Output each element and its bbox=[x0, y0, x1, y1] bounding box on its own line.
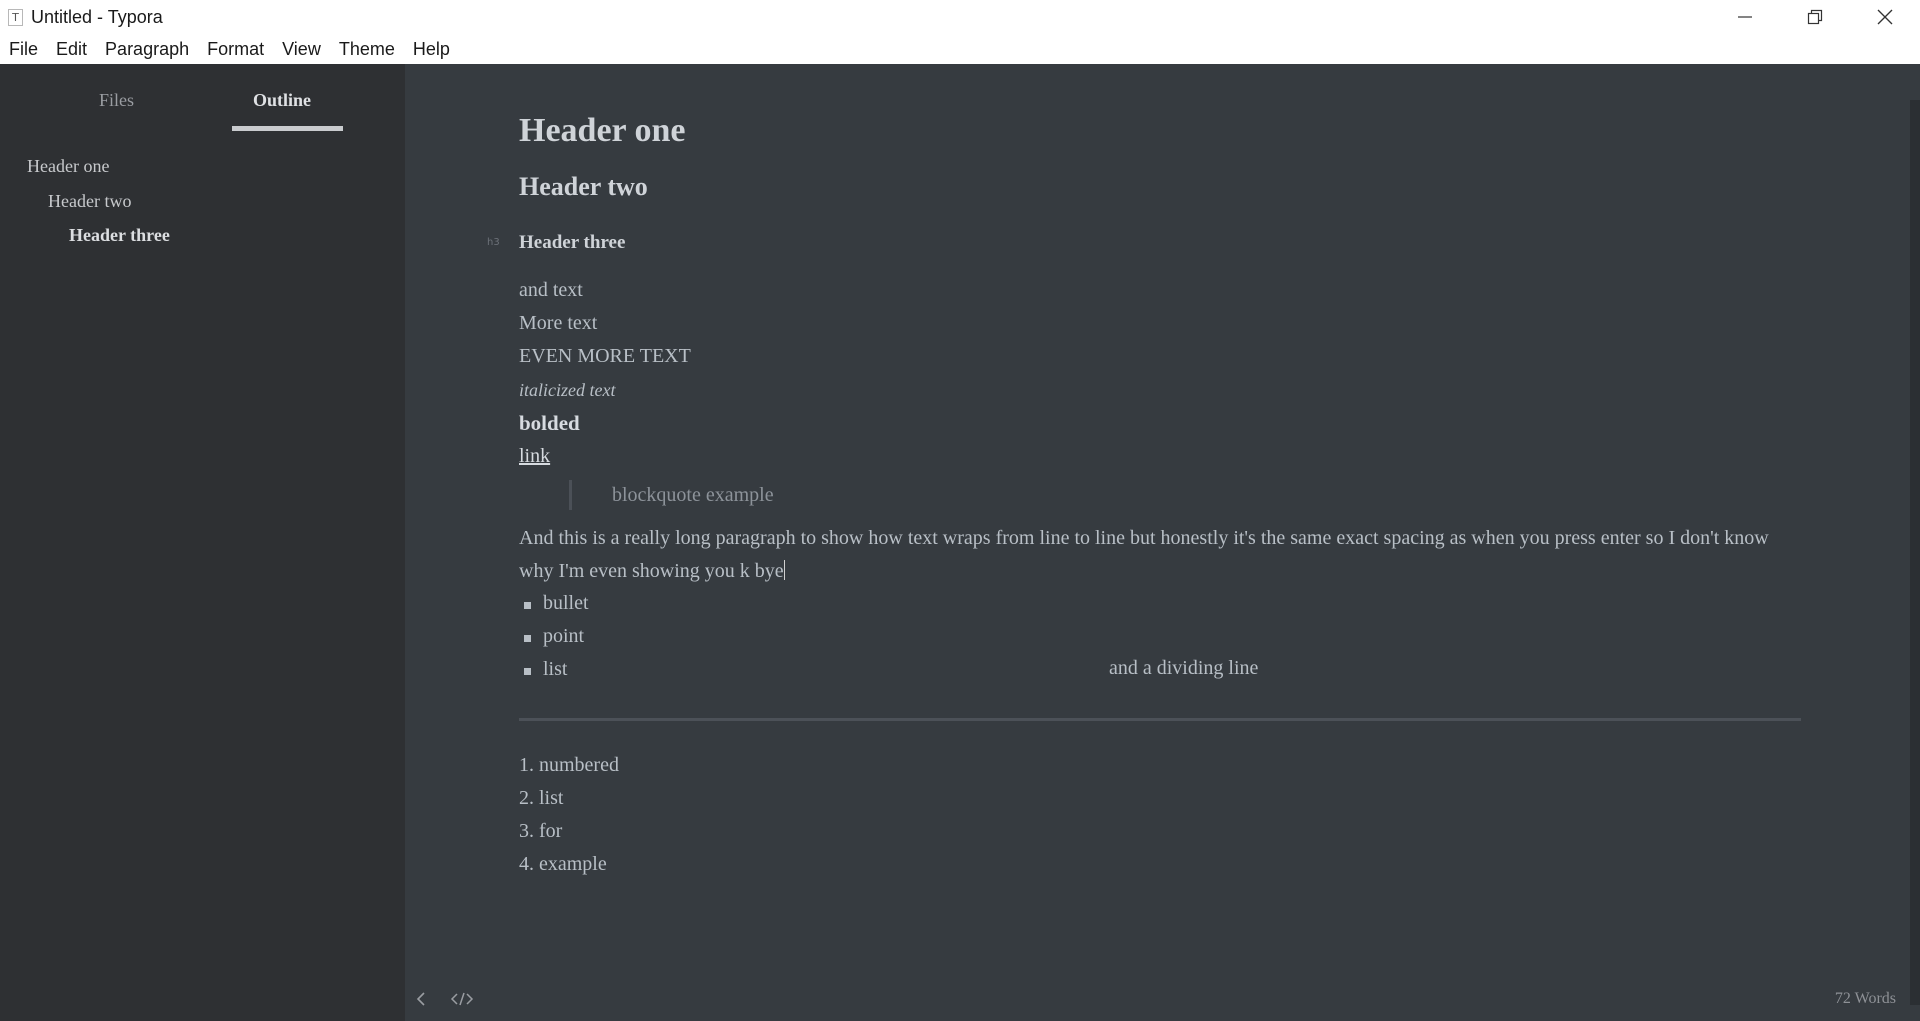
restore-button[interactable] bbox=[1780, 0, 1850, 34]
menu-edit[interactable]: Edit bbox=[47, 34, 96, 64]
list-number: 4. bbox=[519, 853, 534, 875]
link-text[interactable]: link bbox=[519, 445, 550, 468]
sidebar: Files Outline Header one Header two Head… bbox=[0, 64, 405, 1021]
editor-scrollbar[interactable] bbox=[1910, 100, 1920, 1005]
outline-item-header-one[interactable]: Header one bbox=[27, 156, 109, 177]
divider-note-text[interactable]: and a dividing line bbox=[1109, 657, 1258, 680]
list-text[interactable]: numbered bbox=[539, 754, 619, 776]
window-title: Untitled - Typora bbox=[31, 6, 163, 27]
menu-bar: File Edit Paragraph Format View Theme He… bbox=[0, 34, 1920, 64]
window-controls bbox=[1710, 0, 1920, 34]
code-icon bbox=[450, 992, 474, 1006]
numbered-list-item[interactable]: 1. numbered bbox=[519, 754, 619, 777]
italic-text[interactable]: italicized text bbox=[519, 380, 615, 401]
source-code-mode-button[interactable] bbox=[449, 986, 475, 1012]
bold-text[interactable]: bolded bbox=[519, 411, 580, 436]
toggle-sidebar-button[interactable] bbox=[408, 986, 434, 1012]
list-number: 2. bbox=[519, 787, 534, 809]
close-button[interactable] bbox=[1850, 0, 1920, 34]
tab-outline[interactable]: Outline bbox=[253, 90, 311, 111]
tab-files[interactable]: Files bbox=[99, 90, 134, 111]
list-text[interactable]: for bbox=[539, 820, 562, 842]
bullet-text[interactable]: bullet bbox=[543, 592, 589, 615]
numbered-list-item[interactable]: 3. for bbox=[519, 820, 562, 843]
minimize-icon bbox=[1738, 16, 1752, 18]
list-text[interactable]: example bbox=[539, 853, 607, 875]
list-text[interactable]: list bbox=[539, 787, 563, 809]
text-line-even-more[interactable]: EVEN MORE TEXT bbox=[519, 345, 691, 368]
outline-item-header-two[interactable]: Header two bbox=[48, 191, 131, 212]
menu-theme[interactable]: Theme bbox=[330, 34, 404, 64]
bullet-text[interactable]: list bbox=[543, 658, 567, 681]
numbered-list-item[interactable]: 2. list bbox=[519, 787, 563, 810]
text-cursor bbox=[783, 560, 785, 580]
list-number: 3. bbox=[519, 820, 534, 842]
menu-help[interactable]: Help bbox=[404, 34, 459, 64]
menu-view[interactable]: View bbox=[273, 34, 330, 64]
heading-one[interactable]: Header one bbox=[519, 112, 686, 150]
heading-level-marker: h3 bbox=[487, 237, 500, 248]
minimize-button[interactable] bbox=[1710, 0, 1780, 34]
menu-paragraph[interactable]: Paragraph bbox=[96, 34, 198, 64]
list-number: 1. bbox=[519, 754, 534, 776]
outline-item-header-three[interactable]: Header three bbox=[69, 225, 170, 246]
text-line-and-text[interactable]: and text bbox=[519, 279, 583, 302]
paragraph-text[interactable]: And this is a really long paragraph to s… bbox=[519, 527, 1769, 582]
menu-file[interactable]: File bbox=[0, 34, 47, 64]
long-paragraph[interactable]: And this is a really long paragraph to s… bbox=[519, 522, 1789, 588]
bullet-marker-icon bbox=[524, 635, 531, 642]
status-bar: 72 Words bbox=[405, 978, 1920, 1021]
heading-two[interactable]: Header two bbox=[519, 172, 648, 202]
numbered-list-item[interactable]: 4. example bbox=[519, 853, 607, 876]
blockquote-bar bbox=[569, 480, 572, 510]
chevron-left-icon bbox=[416, 992, 425, 1006]
heading-three[interactable]: Header three bbox=[519, 232, 625, 254]
word-count[interactable]: 72 Words bbox=[1835, 990, 1896, 1008]
text-line-more-text[interactable]: More text bbox=[519, 312, 597, 335]
sidebar-tabs: Files Outline bbox=[0, 64, 405, 134]
close-icon bbox=[1877, 9, 1893, 25]
bullet-marker-icon bbox=[524, 668, 531, 675]
blockquote-text[interactable]: blockquote example bbox=[612, 484, 774, 507]
bullet-marker-icon bbox=[524, 602, 531, 609]
horizontal-rule bbox=[519, 718, 1801, 721]
active-tab-indicator bbox=[232, 126, 343, 131]
restore-icon bbox=[1807, 9, 1823, 25]
editor-pane[interactable]: h3 Header one Header two Header three an… bbox=[405, 64, 1920, 1021]
menu-format[interactable]: Format bbox=[198, 34, 273, 64]
title-bar: T Untitled - Typora bbox=[0, 0, 1920, 34]
typora-app-icon: T bbox=[8, 8, 23, 26]
bullet-text[interactable]: point bbox=[543, 625, 584, 648]
